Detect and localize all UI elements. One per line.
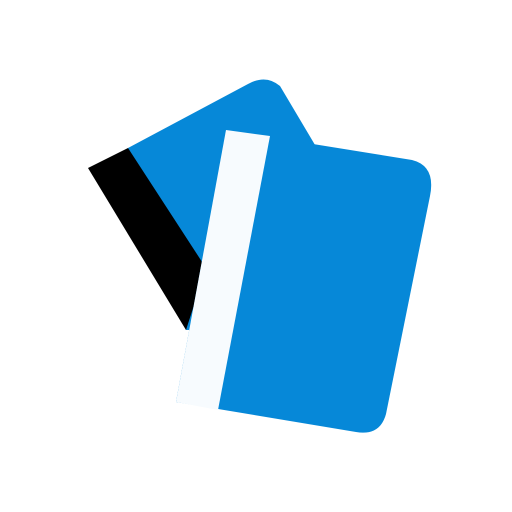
cards-icon — [0, 0, 512, 512]
app-icon-canvas — [0, 0, 512, 512]
